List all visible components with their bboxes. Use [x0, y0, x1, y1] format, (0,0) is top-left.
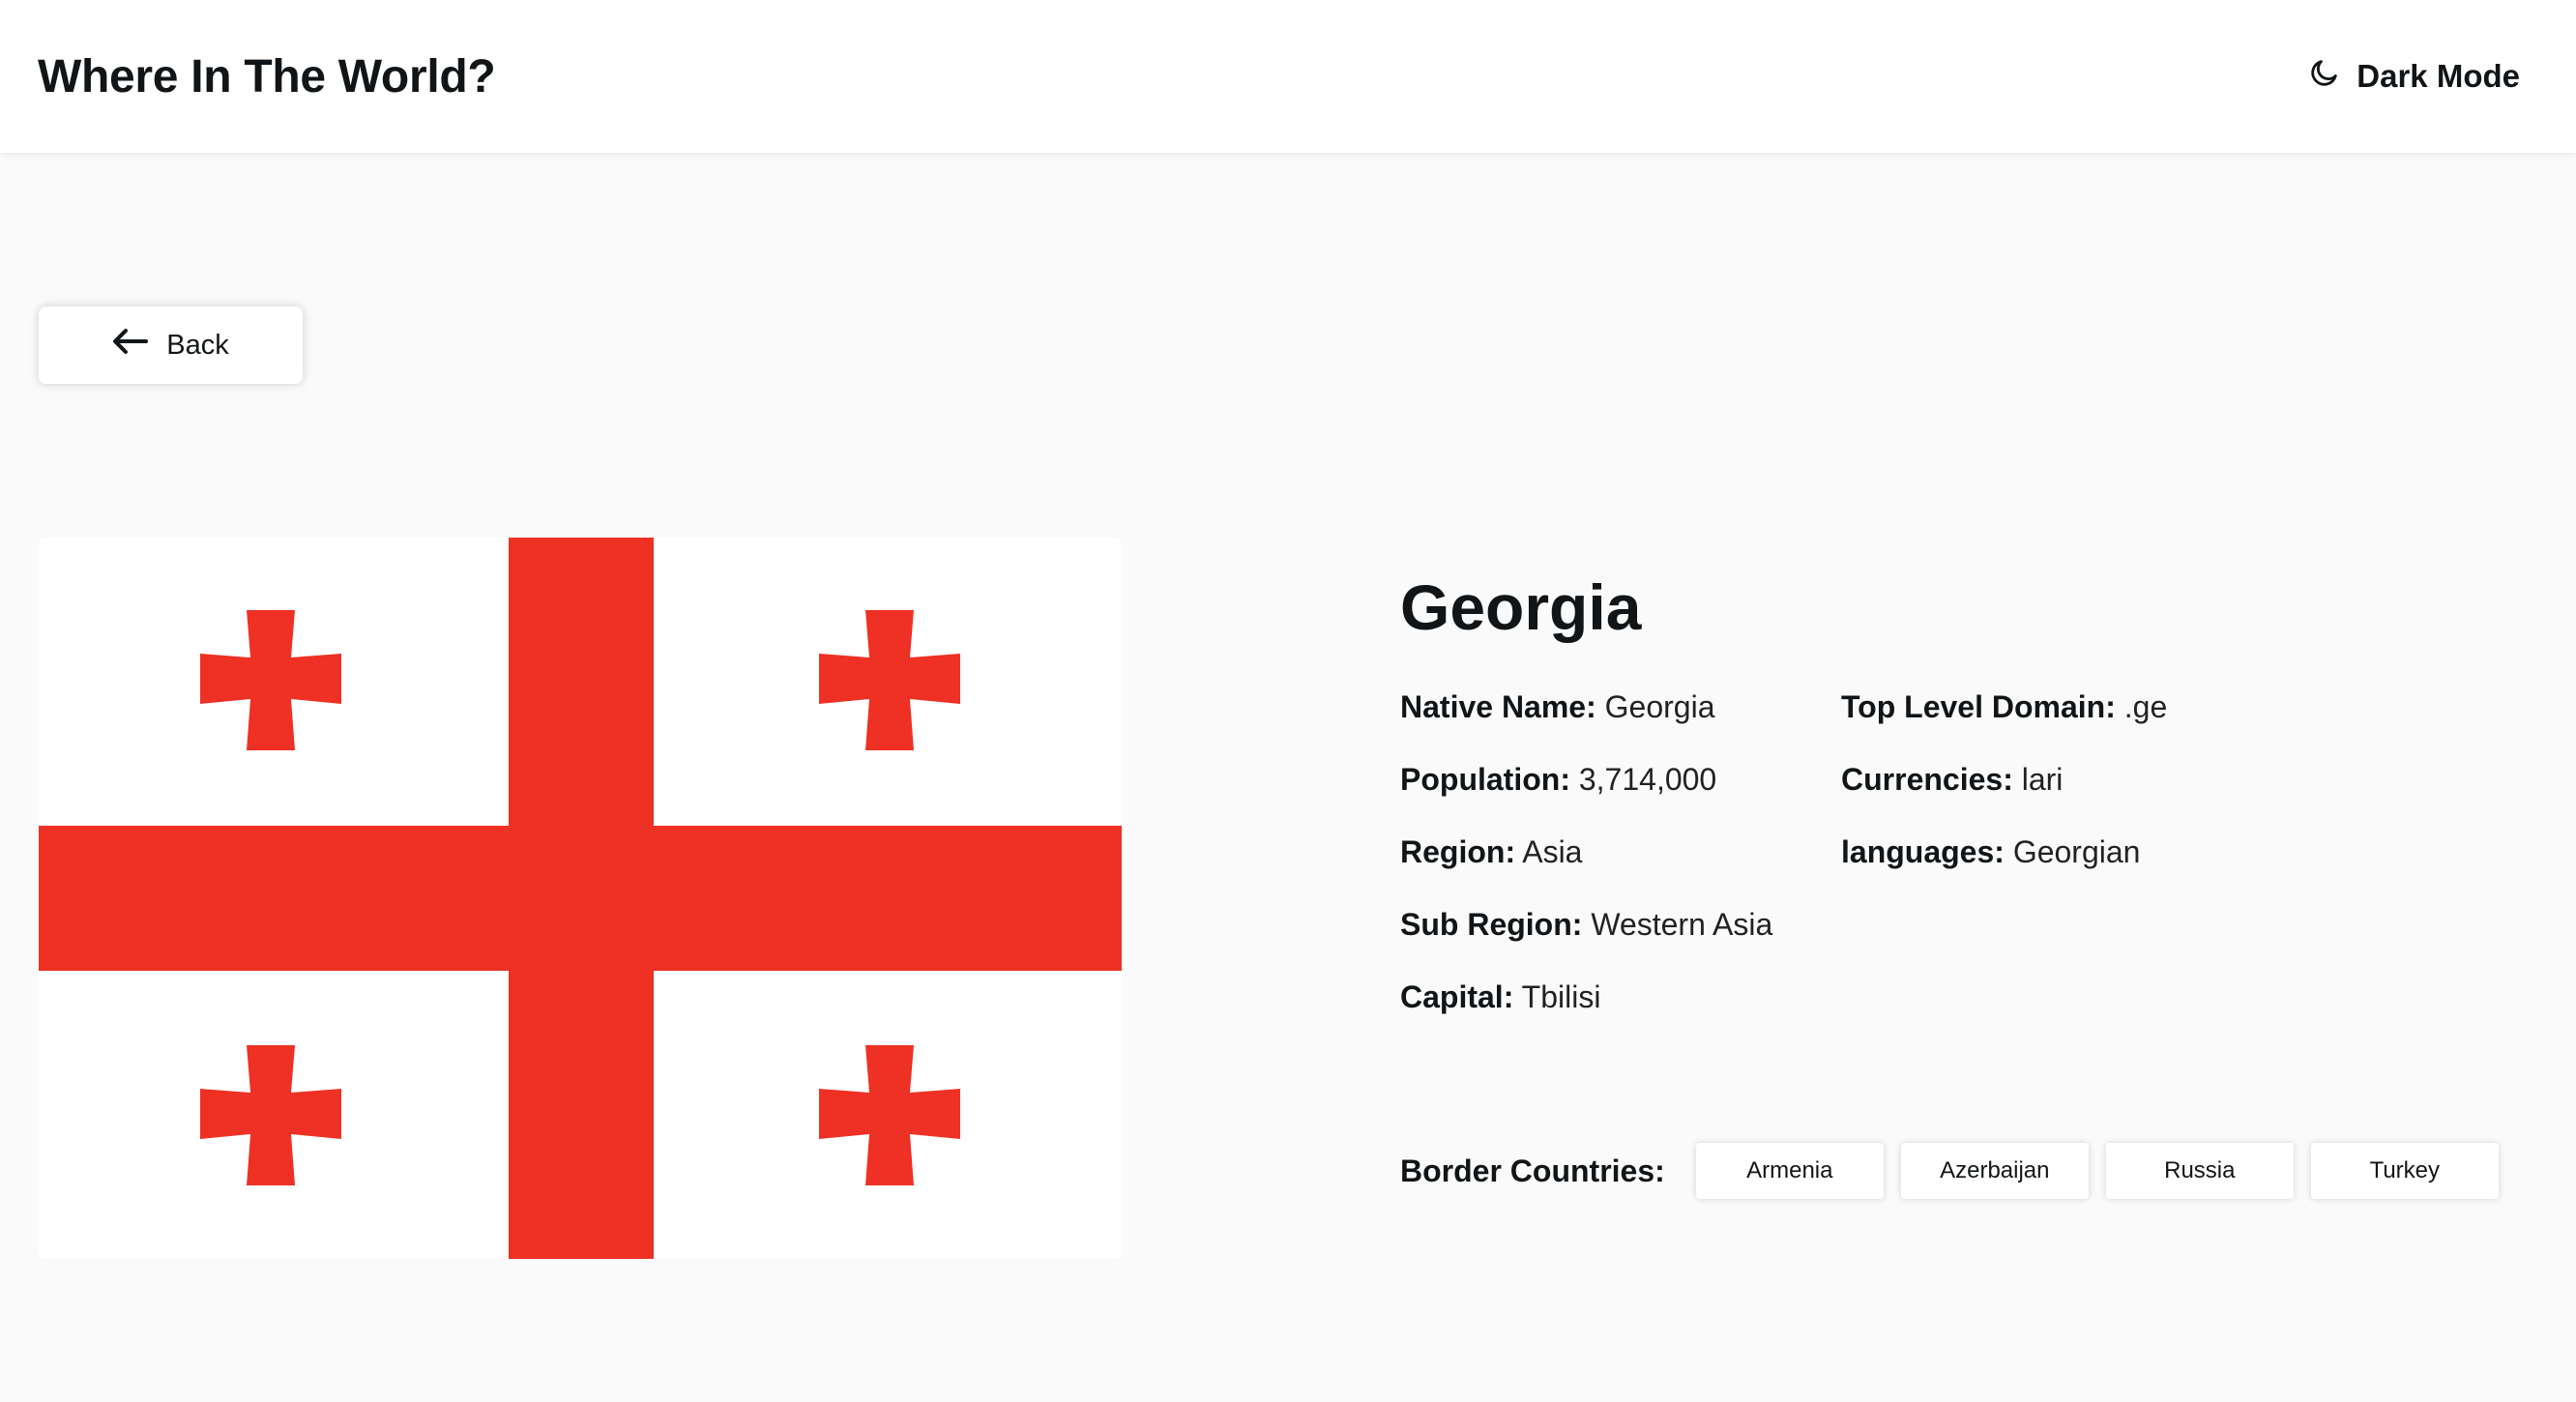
info-value: Georgia: [1604, 689, 1715, 724]
info-label: Currencies:: [1841, 762, 2013, 797]
info-value: lari: [2021, 762, 2064, 797]
border-country-list: Armenia Azerbaijan Russia Turkey: [1695, 1143, 2499, 1199]
info-top-level-domain: Top Level Domain: .ge: [1841, 688, 2421, 725]
info-value: Tbilisi: [1521, 979, 1601, 1014]
back-button[interactable]: Back: [39, 307, 303, 384]
info-population: Population: 3,714,000: [1400, 761, 1841, 798]
info-native-name: Native Name: Georgia: [1400, 688, 1841, 725]
info-label: Top Level Domain:: [1841, 689, 2116, 724]
info-label: languages:: [1841, 834, 2005, 869]
info-label: Population:: [1400, 762, 1570, 797]
info-value: .ge: [2123, 689, 2168, 724]
info-value: Georgian: [2012, 834, 2141, 869]
country-name: Georgia: [1400, 571, 1642, 643]
country-flag: [39, 538, 1122, 1259]
country-details: Georgia Native Name: Georgia Population:…: [1400, 570, 2541, 1051]
border-countries: Border Countries: Armenia Azerbaijan Rus…: [1400, 1143, 2499, 1199]
site-title: Where In The World?: [38, 50, 496, 102]
border-countries-label: Border Countries:: [1400, 1153, 1665, 1188]
info-label: Region:: [1400, 834, 1516, 869]
arrow-left-icon: [112, 327, 149, 364]
info-capital: Capital: Tbilisi: [1400, 978, 1841, 1015]
info-value: 3,714,000: [1578, 762, 1717, 797]
back-label: Back: [166, 329, 229, 361]
info-column-left: Native Name: Georgia Population: 3,714,0…: [1400, 688, 1841, 1051]
border-country-russia[interactable]: Russia: [2105, 1143, 2294, 1199]
info-currencies: Currencies: lari: [1841, 761, 2421, 798]
info-label: Capital:: [1400, 979, 1514, 1014]
info-region: Region: Asia: [1400, 833, 1841, 870]
border-country-turkey[interactable]: Turkey: [2310, 1143, 2499, 1199]
info-sub-region: Sub Region: Western Asia: [1400, 906, 1841, 943]
info-label: Sub Region:: [1400, 907, 1583, 942]
site-header: Where In The World? Dark Mode: [0, 0, 2576, 153]
moon-icon: [2308, 56, 2341, 97]
info-column-right: Top Level Domain: .ge Currencies: lari l…: [1841, 688, 2421, 1051]
info-value: Western Asia: [1591, 907, 1773, 942]
dark-mode-toggle[interactable]: Dark Mode: [2308, 56, 2520, 97]
info-value: Asia: [1522, 834, 1583, 869]
info-languages: languages: Georgian: [1841, 833, 2421, 870]
border-country-azerbaijan[interactable]: Azerbaijan: [1900, 1143, 2089, 1199]
border-country-armenia[interactable]: Armenia: [1695, 1143, 1884, 1199]
dark-mode-label: Dark Mode: [2356, 58, 2520, 94]
info-label: Native Name:: [1400, 689, 1596, 724]
